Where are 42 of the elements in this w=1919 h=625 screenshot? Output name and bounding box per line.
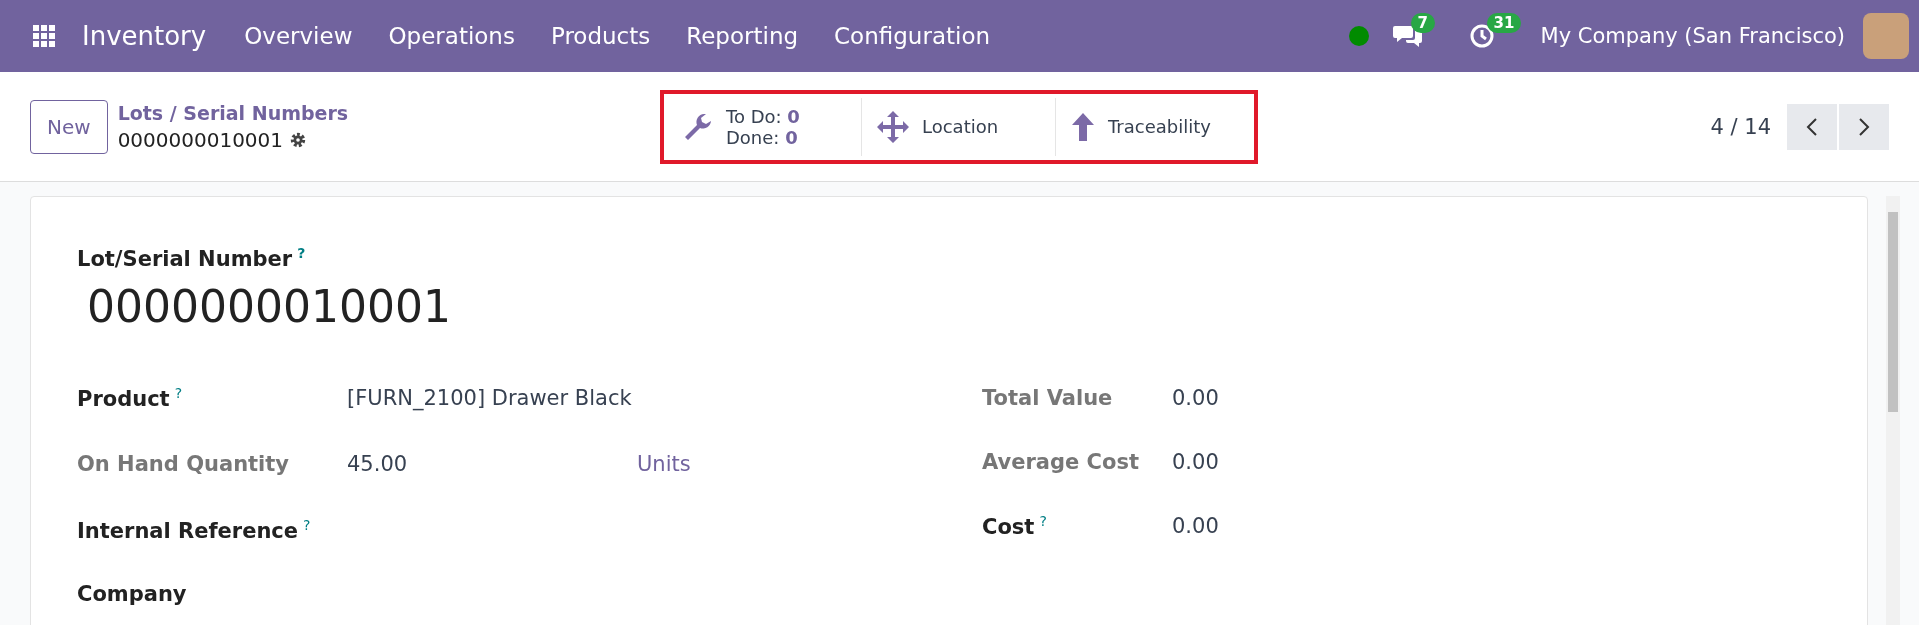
field-value: 0.00	[1172, 450, 1219, 474]
field-label: Internal Reference	[77, 519, 299, 543]
chevron-right-icon	[1858, 116, 1870, 137]
next-button[interactable]	[1839, 103, 1889, 150]
clock-icon[interactable]	[1468, 23, 1495, 49]
field-value: 0.00	[1172, 386, 1219, 410]
company-switcher[interactable]: My Company (San Francisco)	[1540, 24, 1845, 48]
menu-item[interactable]: Reporting	[686, 23, 799, 49]
activity-count-badge: 31	[1486, 13, 1522, 33]
up-arrow-icon	[1070, 111, 1096, 142]
move-arrows-icon	[876, 109, 910, 144]
scrollbar[interactable]	[1886, 196, 1900, 625]
help-tooltip-mark[interactable]: ?	[174, 385, 183, 401]
field-value: [FURN_2100] Drawer Black	[347, 386, 633, 410]
pager-counter: 4 / 14	[1710, 114, 1771, 139]
menu-item[interactable]: Operations	[388, 23, 515, 49]
breadcrumb-link[interactable]: Lots / Serial Numbers	[117, 101, 349, 124]
apps-grid-icon[interactable]	[32, 24, 56, 48]
previous-button[interactable]	[1787, 103, 1837, 150]
chevron-left-icon	[1806, 116, 1818, 137]
field-value: 0.00	[1172, 514, 1219, 538]
gear-icon[interactable]	[289, 130, 308, 149]
menu-item[interactable]: Configuration	[834, 23, 991, 49]
help-tooltip-mark[interactable]: ?	[297, 245, 306, 261]
field-label: Company	[77, 582, 187, 606]
menu-item[interactable]: Products	[550, 23, 651, 49]
record-name: 0000000010001	[117, 127, 284, 152]
app-name[interactable]: Inventory	[82, 21, 207, 51]
help-tooltip-mark[interactable]: ?	[303, 517, 311, 533]
lot-number-value: 0000000010001	[87, 281, 452, 332]
help-tooltip-mark[interactable]: ?	[1039, 513, 1047, 529]
field-label: Total Value	[982, 386, 1113, 410]
field-label: Cost	[982, 515, 1035, 539]
field-label: On Hand Quantity	[77, 452, 290, 476]
menu-item[interactable]: Overview	[244, 23, 353, 49]
field-label: Average Cost	[982, 450, 1139, 474]
new-button[interactable]: New	[30, 99, 108, 154]
field-label: Product	[77, 387, 170, 411]
field-label: Lot/Serial Number	[77, 247, 293, 271]
field-value: 45.00	[347, 452, 409, 476]
message-count-badge: 7	[1410, 13, 1435, 33]
unit-link[interactable]: Units	[637, 452, 691, 476]
